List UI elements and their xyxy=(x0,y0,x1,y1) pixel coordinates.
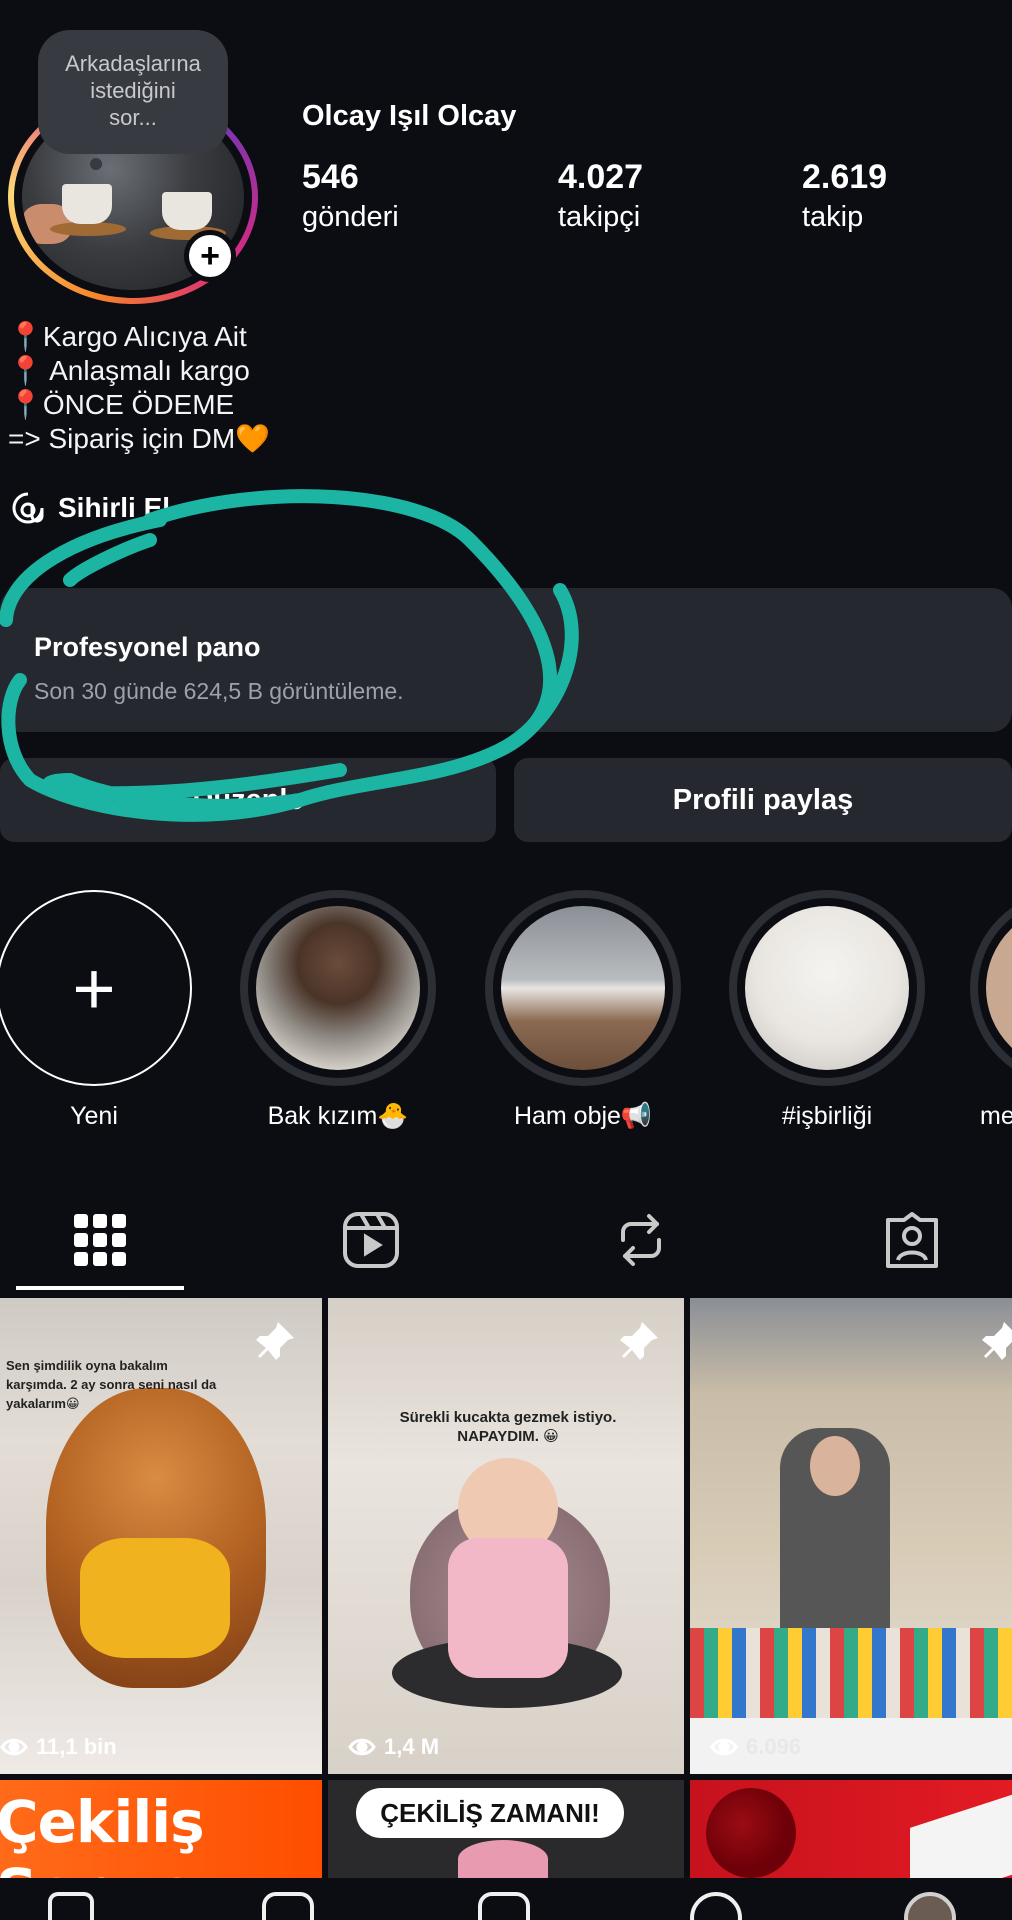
bio-line-3: ÖNCE ÖDEME xyxy=(42,389,235,420)
grid-post[interactable]: Sen şimdilik oyna bakalım karşımda. 2 ay… xyxy=(0,1298,322,1774)
note-bubble[interactable]: Arkadaşlarına istediğini sor... xyxy=(38,30,228,154)
pinned-icon xyxy=(982,1322,1012,1360)
tab-tagged[interactable] xyxy=(822,1190,1002,1290)
post-caption: Sürekli kucakta gezmek istiyo. NAPAYDIM.… xyxy=(399,1409,617,1445)
highlight-label: me xyxy=(980,1102,1012,1130)
profile-tabs xyxy=(0,1190,1012,1290)
highlight-new[interactable]: + Yeni xyxy=(0,890,192,1131)
highlight-label: Ham obje📢 xyxy=(513,1102,653,1130)
threads-icon xyxy=(12,492,44,524)
reels-icon xyxy=(343,1212,399,1268)
stat-following-label: takip xyxy=(802,201,864,233)
professional-dashboard[interactable]: Profesyonel pano Son 30 günde 624,5 B gö… xyxy=(0,588,1012,732)
tagged-icon xyxy=(886,1212,938,1268)
add-story-icon[interactable]: + xyxy=(184,230,236,282)
search-icon[interactable] xyxy=(690,1892,742,1920)
create-icon[interactable] xyxy=(478,1892,530,1920)
view-count: 6.096 xyxy=(710,1734,801,1760)
bio-line-2: Anlaşmalı kargo xyxy=(42,355,250,386)
stat-following[interactable]: 2.619 takip xyxy=(802,158,887,236)
grid-post[interactable]: Sürekli kucakta gezmek istiyo. NAPAYDIM.… xyxy=(328,1298,684,1774)
post-banner: ÇEKİLİŞ ZAMANI! xyxy=(356,1788,624,1838)
reels-nav-icon[interactable] xyxy=(262,1892,314,1920)
view-count-value: 6.096 xyxy=(746,1734,802,1759)
heart-icon: 🧡 xyxy=(235,423,271,454)
post-caption: Sen şimdilik oyna bakalım karşımda. 2 ay… xyxy=(6,1358,217,1411)
reposts-icon xyxy=(621,1214,661,1266)
highlight-bak-kizim[interactable]: Bak kızım🐣 xyxy=(240,890,436,1131)
pinned-icon xyxy=(620,1322,658,1360)
pin-icon: 📍 xyxy=(8,321,43,352)
view-count: 1,4 M xyxy=(348,1734,439,1760)
bio-line-1: Kargo Alıcıya Ait xyxy=(42,321,247,352)
view-count-value: 1,4 M xyxy=(384,1734,440,1759)
plus-icon: + xyxy=(72,946,116,1030)
threads-link[interactable]: Sihirli El xyxy=(8,488,170,528)
stat-followers-count: 4.027 xyxy=(558,158,644,196)
threads-label: Sihirli El xyxy=(58,492,171,523)
grid-post[interactable]: ÇEKİLİŞ ZAMANI! xyxy=(328,1780,684,1878)
note-line-3: sor... xyxy=(109,105,157,130)
highlight-isbirligi[interactable]: #işbirliği xyxy=(729,890,925,1131)
stat-posts-label: gönderi xyxy=(302,201,399,233)
stat-posts[interactable]: 546 gönderi xyxy=(302,158,399,236)
grid-post[interactable] xyxy=(690,1780,1012,1878)
highlight-label: Yeni xyxy=(70,1102,118,1130)
grid-post[interactable]: 6.096 xyxy=(690,1298,1012,1774)
post-banner: Çekiliş Sonucu : xyxy=(0,1788,272,1878)
profile-avatar-icon[interactable] xyxy=(904,1892,956,1920)
eye-icon xyxy=(348,1738,376,1756)
eye-icon xyxy=(0,1738,28,1756)
dashboard-title: Profesyonel pano xyxy=(34,632,261,662)
note-line-1: Arkadaşlarına xyxy=(65,51,201,76)
tab-posts[interactable] xyxy=(10,1190,190,1290)
profile-bio: 📍Kargo Alıcıya Ait 📍 Anlaşmalı kargo 📍ÖN… xyxy=(8,320,270,456)
grid-icon xyxy=(74,1214,126,1266)
tab-reels[interactable] xyxy=(281,1190,461,1290)
stat-followers-label: takipçi xyxy=(558,201,641,233)
edit-profile-button[interactable]: Düzenle xyxy=(0,758,496,842)
home-icon[interactable] xyxy=(48,1892,94,1920)
note-line-2: istediğini xyxy=(90,78,176,103)
pin-icon: 📍 xyxy=(8,355,43,386)
grid-post[interactable]: Çekiliş Sonucu : xyxy=(0,1780,322,1878)
bio-line-4: => Sipariş için DM xyxy=(8,423,236,454)
active-tab-indicator xyxy=(16,1286,184,1290)
highlight-label: #işbirliği xyxy=(781,1102,873,1130)
pin-icon: 📍 xyxy=(8,389,43,420)
tab-reposts[interactable] xyxy=(551,1190,731,1290)
highlight-label: Bak kızım🐣 xyxy=(267,1102,409,1130)
view-count: 11,1 bin xyxy=(0,1734,117,1760)
stat-following-count: 2.619 xyxy=(802,158,888,196)
highlight-ham-obje[interactable]: Ham obje📢 xyxy=(485,890,681,1131)
stat-posts-count: 546 xyxy=(302,158,359,196)
bottom-nav xyxy=(0,1878,1012,1920)
eye-icon xyxy=(710,1738,738,1756)
share-profile-button[interactable]: Profili paylaş xyxy=(514,758,1012,842)
stat-followers[interactable]: 4.027 takipçi xyxy=(558,158,643,236)
pinned-icon xyxy=(256,1322,294,1360)
dashboard-subtitle: Son 30 günde 624,5 B görüntüleme. xyxy=(34,678,404,704)
view-count-value: 11,1 bin xyxy=(36,1734,117,1759)
profile-name: Olcay Işıl Olcay xyxy=(302,100,517,132)
highlight-me[interactable]: me xyxy=(970,890,1012,1131)
